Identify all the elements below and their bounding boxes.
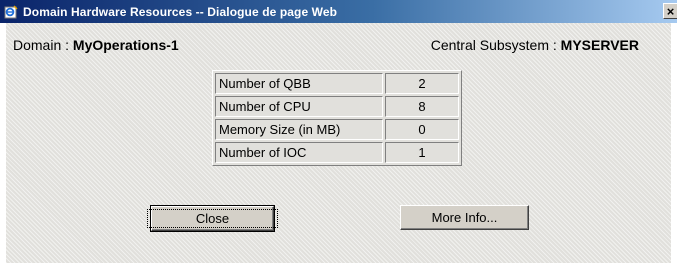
close-button-label: Close bbox=[146, 209, 279, 228]
dialog-window: Domain Hardware Resources -- Dialogue de… bbox=[0, 0, 677, 263]
table-row: Number of CPU 8 bbox=[215, 96, 459, 117]
subsystem-value: MYSERVER bbox=[560, 37, 639, 53]
resource-value: 0 bbox=[385, 119, 459, 140]
domain-label: Domain : bbox=[13, 37, 73, 53]
resource-value: 1 bbox=[385, 142, 459, 163]
close-button[interactable]: Close bbox=[146, 205, 279, 232]
resources-table: Number of QBB 2 Number of CPU 8 Memory S… bbox=[212, 70, 462, 166]
domain-value: MyOperations-1 bbox=[72, 37, 179, 53]
resource-value: 2 bbox=[385, 73, 459, 94]
more-info-button-label: More Info... bbox=[431, 210, 498, 225]
resource-label: Number of QBB bbox=[215, 73, 383, 94]
domain-info: Domain : MyOperations-1 bbox=[13, 37, 179, 53]
resource-label: Memory Size (in MB) bbox=[215, 119, 383, 140]
window-title: Domain Hardware Resources -- Dialogue de… bbox=[23, 4, 338, 19]
title-bar[interactable]: Domain Hardware Resources -- Dialogue de… bbox=[0, 0, 677, 23]
subsystem-label: Central Subsystem : bbox=[430, 37, 561, 53]
ie-page-icon bbox=[4, 5, 18, 19]
table-row: Memory Size (in MB) 0 bbox=[215, 119, 459, 140]
close-window-icon[interactable]: × bbox=[663, 3, 677, 19]
table-row: Number of IOC 1 bbox=[215, 142, 459, 163]
resource-value: 8 bbox=[385, 96, 459, 117]
table-row: Number of QBB 2 bbox=[215, 73, 459, 94]
resource-label: Number of CPU bbox=[215, 96, 383, 117]
dialog-body: Domain : MyOperations-1 Central Subsyste… bbox=[6, 23, 671, 263]
subsystem-info: Central Subsystem : MYSERVER bbox=[431, 37, 639, 53]
more-info-button[interactable]: More Info... bbox=[400, 205, 529, 230]
resource-label: Number of IOC bbox=[215, 142, 383, 163]
